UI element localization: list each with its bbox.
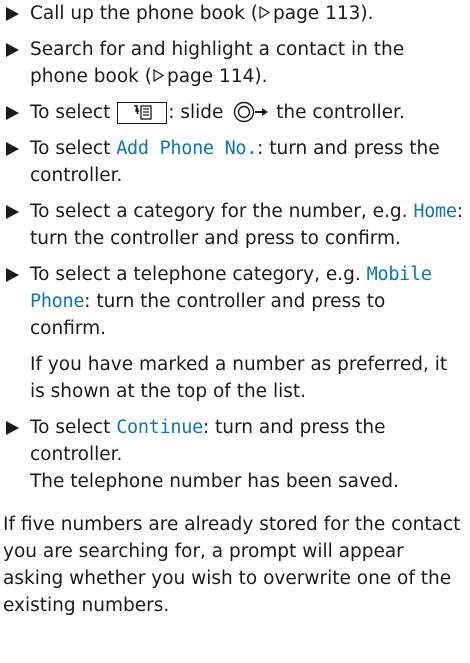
step-text: To select Continue: turn and press the c… [30,417,386,465]
step-text: To select a telephone category, e.g. Mob… [30,264,432,339]
triangle-bullet-icon [4,261,24,288]
manual-page: Call up the phone book (page 113). Searc… [0,0,470,663]
page-ref-triangle-icon [153,69,164,82]
step-select-telephone-category: To select a telephone category, e.g. Mob… [3,261,464,405]
triangle-bullet-icon [4,135,24,162]
phone-book-entry-icon [117,102,168,124]
step-text: To select Add Phone No.: turn and press … [30,138,440,186]
step-text: Search for and highlight a contact in th… [30,39,405,87]
page-ref: page 114 [166,66,255,87]
triangle-bullet-icon [4,198,24,225]
step-search-contact: Search for and highlight a contact in th… [3,36,464,90]
step-text: Call up the phone book (page 113). [30,3,374,24]
step-result: The telephone number has been saved. [30,471,399,492]
triangle-bullet-icon [4,36,24,63]
step-add-phone-no: To select Add Phone No.: turn and press … [3,135,464,189]
triangle-bullet-icon [4,99,24,126]
step-select-continue: To select Continue: turn and press the c… [3,414,464,495]
step-text: To select a category for the number, e.g… [30,201,463,249]
page-ref: page 113 [272,3,361,24]
step-note: If you have marked a number as preferred… [30,354,448,402]
page-ref-triangle-icon [259,6,270,19]
controller-slide-icon [234,101,269,123]
menu-item-add-phone-no: Add Phone No. [116,138,258,159]
step-select-category: To select a category for the number, e.g… [3,198,464,252]
closing-paragraph: If five numbers are already stored for t… [3,514,461,616]
triangle-bullet-icon [4,0,24,27]
triangle-bullet-icon [4,414,24,441]
menu-item-home: Home [413,201,457,222]
step-select-entry-icon: To select : slide the controller. [3,99,464,126]
menu-item-continue: Continue [116,417,203,438]
step-call-up-phone-book: Call up the phone book (page 113). [3,0,464,27]
step-text: To select : slide the controller. [30,101,405,124]
